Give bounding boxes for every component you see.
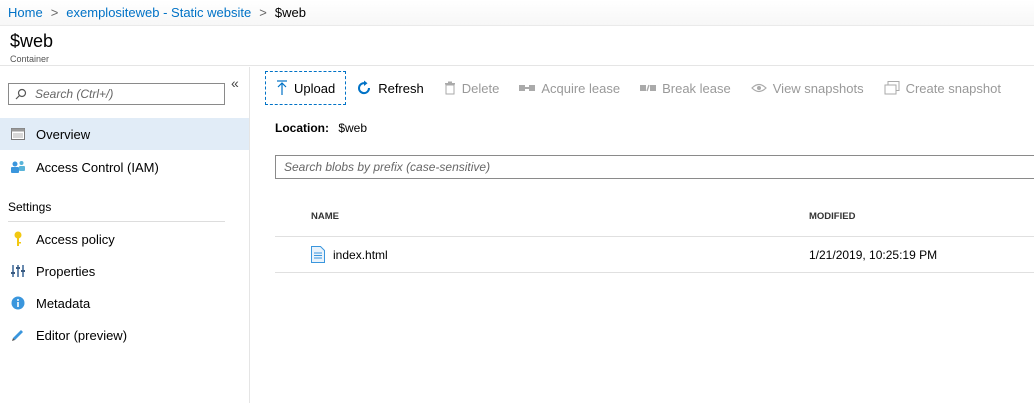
- collapse-icon[interactable]: «: [231, 75, 239, 91]
- refresh-icon: [358, 80, 371, 95]
- delete-button[interactable]: Delete: [444, 80, 500, 96]
- sidebar-item-label: Access Control (IAM): [36, 159, 159, 175]
- page-subtitle: Container: [10, 54, 50, 64]
- view-snapshots-button[interactable]: View snapshots: [750, 80, 864, 96]
- sidebar-item-label: Editor (preview): [36, 327, 128, 343]
- location-info: Location: $web: [275, 121, 367, 135]
- create-snapshot-label: Create snapshot: [905, 80, 1001, 96]
- file-icon: [311, 246, 325, 263]
- breadcrumb-current: $web: [274, 5, 306, 20]
- create-snapshot-button[interactable]: Create snapshot: [884, 81, 1001, 96]
- key-icon: [10, 231, 26, 247]
- info-icon: [10, 295, 26, 311]
- sidebar-item-properties[interactable]: Properties: [0, 255, 249, 287]
- overview-icon: [10, 126, 26, 142]
- blob-search-input[interactable]: Search blobs by prefix (case-sensitive): [275, 155, 1034, 179]
- sidebar-search-placeholder: Search (Ctrl+/): [35, 87, 114, 101]
- view-snapshots-label: View snapshots: [772, 80, 864, 96]
- search-icon: [15, 88, 27, 100]
- pencil-icon: [10, 327, 26, 343]
- toolbar: Upload Refresh Delete Acquire lease Brea…: [265, 71, 1021, 105]
- page-title: $web: [10, 31, 54, 51]
- acquire-lease-label: Acquire lease: [541, 80, 621, 96]
- title-area: $web Container: [0, 26, 1034, 66]
- sidebar-item-label: Metadata: [36, 295, 91, 311]
- blob-search-placeholder: Search blobs by prefix (case-sensitive): [284, 160, 491, 174]
- iam-icon: [10, 159, 26, 175]
- breadcrumb: Home > exemplositeweb - Static website >…: [0, 0, 1034, 26]
- settings-section-label: Settings: [8, 200, 52, 214]
- upload-icon: [277, 80, 287, 95]
- refresh-button[interactable]: Refresh: [356, 80, 424, 96]
- sidebar-item-metadata[interactable]: Metadata: [0, 287, 249, 319]
- breadcrumb-site[interactable]: exemplositeweb - Static website: [66, 5, 251, 20]
- breadcrumb-home[interactable]: Home: [8, 5, 43, 20]
- column-header-modified[interactable]: MODIFIED: [809, 211, 855, 222]
- sidebar: Search (Ctrl+/) « Overview Access Contro…: [0, 67, 250, 403]
- file-name: index.html: [333, 247, 388, 262]
- break-lease-label: Break lease: [662, 80, 731, 96]
- sidebar-item-label: Properties: [36, 263, 96, 279]
- properties-icon: [10, 263, 26, 279]
- breadcrumb-separator: >: [259, 5, 267, 20]
- sidebar-item-label: Overview: [36, 126, 91, 142]
- file-name-cell[interactable]: index.html: [311, 246, 388, 263]
- refresh-label: Refresh: [378, 80, 424, 96]
- sidebar-item-iam[interactable]: Access Control (IAM): [0, 151, 249, 183]
- break-lease-button[interactable]: Break lease: [640, 81, 731, 96]
- lease-icon: [519, 85, 536, 91]
- acquire-lease-button[interactable]: Acquire lease: [519, 81, 620, 96]
- breadcrumb-separator: >: [50, 5, 59, 20]
- snapshot-icon: [884, 81, 900, 95]
- sidebar-item-access-policy[interactable]: Access policy: [0, 223, 249, 255]
- delete-label: Delete: [461, 80, 500, 96]
- location-value: $web: [338, 121, 368, 135]
- upload-button[interactable]: Upload: [265, 71, 347, 105]
- trash-icon: [444, 81, 455, 95]
- sidebar-search-input[interactable]: Search (Ctrl+/): [8, 83, 225, 105]
- sidebar-item-label: Access policy: [36, 231, 115, 247]
- section-divider: [8, 221, 225, 222]
- table-row[interactable]: index.html 1/21/2019, 10:25:19 PM: [275, 237, 1034, 273]
- upload-label: Upload: [294, 80, 336, 96]
- table-header: NAME MODIFIED: [275, 198, 1034, 237]
- file-modified: 1/21/2019, 10:25:19 PM: [809, 248, 938, 262]
- eye-icon: [750, 83, 767, 93]
- break-lease-icon: [640, 84, 657, 92]
- column-header-name[interactable]: NAME: [311, 211, 339, 222]
- location-label: Location:: [275, 121, 329, 135]
- sidebar-item-overview[interactable]: Overview: [0, 118, 249, 150]
- sidebar-item-editor[interactable]: Editor (preview): [0, 319, 249, 351]
